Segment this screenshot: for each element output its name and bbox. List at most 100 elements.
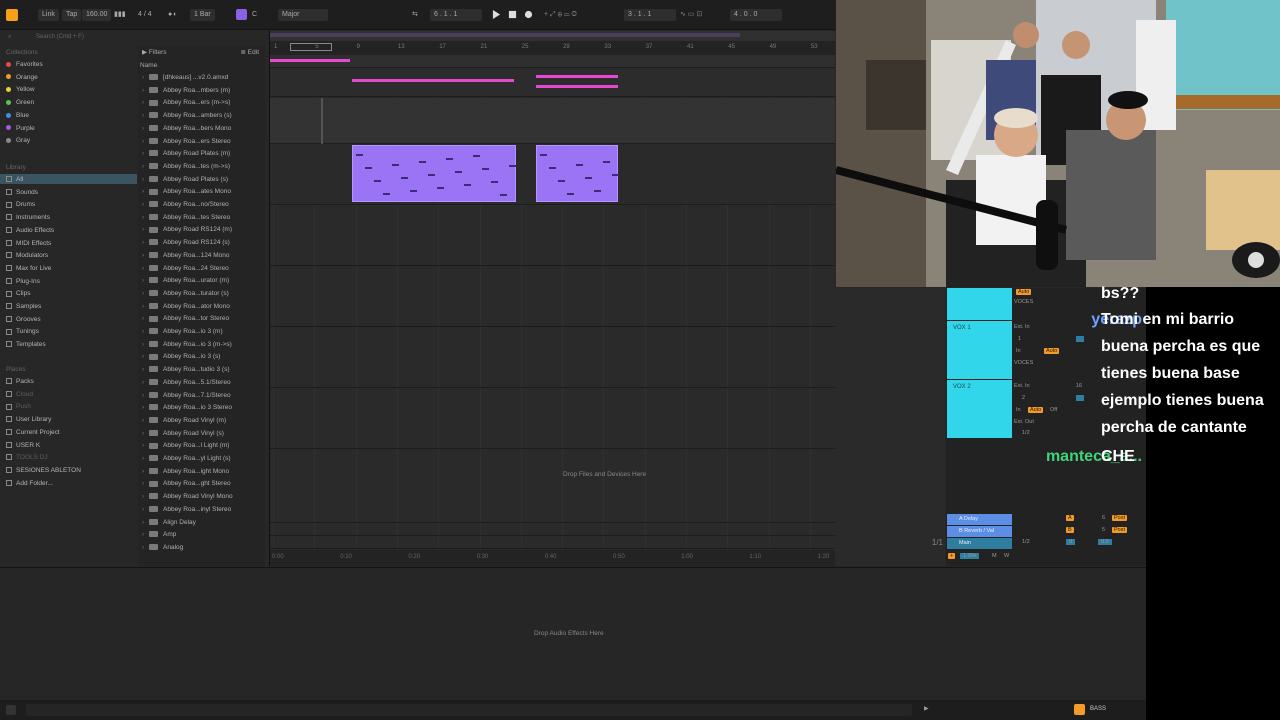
main-track[interactable]: Main xyxy=(947,538,1012,549)
tempo-field[interactable]: 160.00 xyxy=(82,9,112,21)
track-header[interactable] xyxy=(947,288,1012,320)
place-item[interactable]: SESIONES ABLETON xyxy=(6,467,81,474)
chevron-right-icon[interactable]: › xyxy=(142,506,147,513)
chevron-right-icon[interactable]: › xyxy=(142,150,147,157)
monitor-off-toggle[interactable]: Off xyxy=(1050,407,1057,413)
track-header-vox2[interactable]: VOX 2 xyxy=(947,380,1012,438)
chevron-right-icon[interactable]: › xyxy=(142,74,147,81)
chevron-right-icon[interactable]: › xyxy=(142,125,147,132)
chevron-right-icon[interactable]: › xyxy=(142,226,147,233)
chevron-right-icon[interactable]: › xyxy=(142,201,147,208)
track-lane[interactable] xyxy=(270,389,835,449)
midi-clip[interactable] xyxy=(536,145,619,202)
chevron-right-icon[interactable]: › xyxy=(142,87,147,94)
track-lane[interactable] xyxy=(270,206,835,266)
file-row[interactable]: › Abbey Road RS124 (m) xyxy=(142,226,232,233)
file-row[interactable]: › Abbey Roa...5.1/Stereo xyxy=(142,379,231,386)
file-row[interactable]: › Abbey Roa...tes Stereo xyxy=(142,214,230,221)
chevron-right-icon[interactable]: › xyxy=(142,366,147,373)
voces-select[interactable]: VOCES xyxy=(1014,360,1033,366)
library-item[interactable]: Modulators xyxy=(6,252,48,259)
output-channel-select[interactable]: 1/2 xyxy=(1022,430,1030,436)
main-volume[interactable]: 0.0 xyxy=(1098,539,1112,545)
chevron-right-icon[interactable]: › xyxy=(142,265,147,272)
collection-item[interactable]: Green xyxy=(6,99,34,106)
record-icon[interactable] xyxy=(524,10,533,19)
track-lane[interactable] xyxy=(270,267,835,327)
track-header-vox1[interactable]: VOX 1 xyxy=(947,321,1012,379)
file-row[interactable]: › Abbey Roa...tudio 3 (s) xyxy=(142,366,229,373)
chevron-right-icon[interactable]: › xyxy=(142,315,147,322)
track-lane[interactable] xyxy=(270,328,835,388)
overview-strip[interactable] xyxy=(270,31,835,41)
file-row[interactable]: › Abbey Roa...ght Stereo xyxy=(142,480,231,487)
file-row[interactable]: › Amp xyxy=(142,531,176,538)
zoom-field[interactable]: 1.00x xyxy=(960,553,980,559)
collection-item[interactable]: Gray xyxy=(6,137,30,144)
metronome-icon[interactable]: ●◖ xyxy=(168,9,176,21)
output-type-select[interactable]: Ext. Out xyxy=(1014,419,1034,425)
main-pan[interactable]: 0 xyxy=(1066,539,1076,545)
file-row[interactable]: › Abbey Roa...ator Mono xyxy=(142,303,230,310)
collection-item[interactable]: Blue xyxy=(6,112,29,119)
file-row[interactable]: › Abbey Roa...ight Mono xyxy=(142,468,229,475)
tap-button[interactable]: Tap xyxy=(62,9,82,21)
file-row[interactable]: › Abbey Road Plates (s) xyxy=(142,176,228,183)
monitor-auto-toggle[interactable]: Auto xyxy=(1016,289,1032,295)
file-row[interactable]: › Abbey Roa...yl Light (s) xyxy=(142,455,231,462)
view-toggle-icon[interactable] xyxy=(6,9,18,21)
chevron-right-icon[interactable]: › xyxy=(142,417,147,424)
collection-item[interactable]: Yellow xyxy=(6,86,35,93)
library-item[interactable]: Tunings xyxy=(6,328,39,335)
chevron-right-icon[interactable]: › xyxy=(142,138,147,145)
file-row[interactable]: › Abbey Roa...io 3 (m) xyxy=(142,328,223,335)
play-icon[interactable] xyxy=(492,10,501,19)
file-row[interactable]: › Abbey Roa...io 3 Stereo xyxy=(142,404,232,411)
stop-icon[interactable] xyxy=(508,10,517,19)
library-item[interactable]: Sounds xyxy=(6,189,38,196)
play-small-icon[interactable]: ▶ xyxy=(924,705,929,712)
chevron-right-icon[interactable]: › xyxy=(142,493,147,500)
time-ruler[interactable]: 0:000:100:200:300:400:501:001:101:201:30 xyxy=(270,550,835,566)
chevron-right-icon[interactable]: › xyxy=(142,519,147,526)
pan-knob[interactable] xyxy=(1076,336,1084,342)
file-row[interactable]: › Abbey Roa...ers Stereo xyxy=(142,138,231,145)
arrangement-view-extension[interactable]: 1/1 xyxy=(835,288,945,566)
filters-button[interactable]: ▶ Filters xyxy=(142,48,167,56)
chevron-right-icon[interactable]: › xyxy=(142,341,147,348)
place-item[interactable]: USER K xyxy=(6,442,40,449)
automation-tools-icon[interactable]: + ⤢ ⊕ ▭ ◎ xyxy=(544,9,577,21)
input-channel-select[interactable]: 1 xyxy=(1018,336,1021,342)
file-row[interactable]: › Abbey Roa...ers (m->s) xyxy=(142,99,230,106)
chevron-right-icon[interactable]: › xyxy=(142,531,147,538)
chevron-right-icon[interactable]: › xyxy=(142,480,147,487)
file-row[interactable]: › Abbey Roa...24 Stereo xyxy=(142,265,229,272)
chevron-right-icon[interactable]: › xyxy=(142,214,147,221)
collection-item[interactable]: Purple xyxy=(6,125,35,132)
post-toggle[interactable]: Post xyxy=(1112,527,1128,533)
main-lane[interactable] xyxy=(270,537,835,549)
info-toggle-icon[interactable] xyxy=(6,705,16,715)
send-value[interactable]: B xyxy=(1066,527,1074,533)
loop-brace[interactable] xyxy=(290,43,332,51)
key-scale-select[interactable]: Major xyxy=(278,9,328,21)
collection-item[interactable]: Orange xyxy=(6,74,38,81)
library-item[interactable]: Grooves xyxy=(6,316,41,323)
song-position-field[interactable]: 6 . 1 . 1 xyxy=(430,9,482,21)
track-lane[interactable] xyxy=(270,69,835,97)
chevron-right-icon[interactable]: › xyxy=(142,468,147,475)
chevron-right-icon[interactable]: › xyxy=(142,277,147,284)
place-item[interactable]: Cloud xyxy=(6,391,33,398)
chevron-right-icon[interactable]: › xyxy=(142,163,147,170)
place-item[interactable]: Packs xyxy=(6,378,34,385)
library-item[interactable]: Drums xyxy=(6,201,35,208)
file-row[interactable]: › Analog xyxy=(142,544,183,551)
file-row[interactable]: › Abbey Road Plates (m) xyxy=(142,150,230,157)
monitor-auto-toggle[interactable]: Auto xyxy=(1028,407,1044,413)
file-row[interactable]: › Abbey Roa...l Light (m) xyxy=(142,442,229,449)
file-row[interactable]: › Abbey Road RS124 (s) xyxy=(142,239,230,246)
input-type-select[interactable]: Ext. In xyxy=(1014,383,1030,389)
key-scale-toggle[interactable] xyxy=(236,9,247,21)
loop-length-field[interactable]: 4 . 0 . 0 xyxy=(730,9,782,21)
chevron-right-icon[interactable]: › xyxy=(142,112,147,119)
